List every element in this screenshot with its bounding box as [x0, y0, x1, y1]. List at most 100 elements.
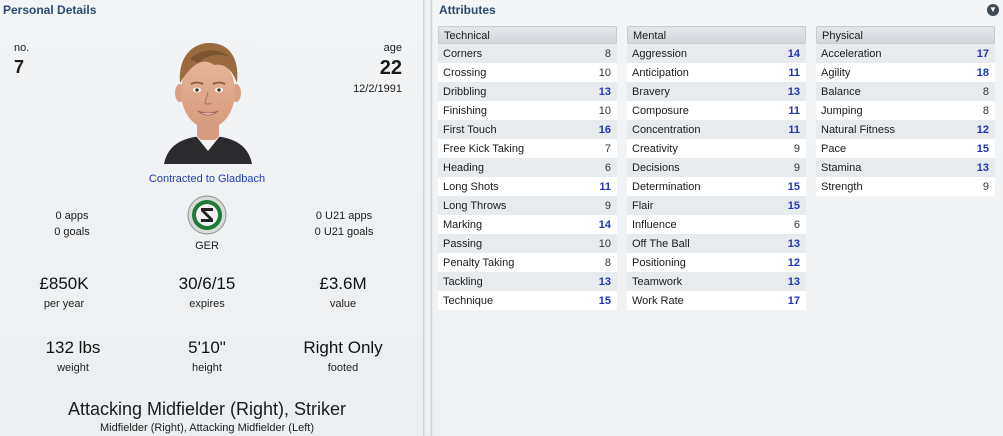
- attribute-value: 11: [788, 66, 800, 79]
- primary-positions: Attacking Midfielder (Right), Striker: [67, 399, 347, 419]
- attribute-row[interactable]: Anticipation 11: [627, 63, 806, 82]
- attribute-row[interactable]: Jumping 8: [816, 101, 995, 120]
- attribute-label: Creativity: [632, 142, 678, 155]
- attribute-row[interactable]: Stamina 13: [816, 158, 995, 177]
- goals-count: 0 goals: [54, 226, 90, 238]
- attribute-value: 10: [598, 104, 611, 117]
- attribute-row[interactable]: Influence 6: [627, 215, 806, 234]
- attribute-value: 16: [598, 123, 611, 136]
- attribute-row[interactable]: Long Shots 11: [438, 177, 617, 196]
- attribute-row[interactable]: Concentration 11: [627, 120, 806, 139]
- age-label: age: [383, 42, 402, 54]
- attribute-label: Bravery: [632, 85, 670, 98]
- attribute-row[interactable]: Technique 15: [438, 291, 617, 310]
- attribute-label: Passing: [443, 237, 483, 250]
- physical-column: Physical Acceleration 17 Agility 18 Balance 8…: [816, 26, 995, 196]
- attribute-row[interactable]: Composure 11: [627, 101, 806, 120]
- height-label: height: [192, 362, 222, 374]
- attribute-value: 8: [604, 256, 611, 269]
- attribute-row[interactable]: Aggression 14: [627, 44, 806, 63]
- attribute-row[interactable]: Decisions 9: [627, 158, 806, 177]
- attribute-row[interactable]: Finishing 10: [438, 101, 617, 120]
- attribute-value: 8: [604, 47, 611, 60]
- attributes-header: Attributes: [439, 3, 496, 17]
- attribute-row[interactable]: Work Rate 17: [627, 291, 806, 310]
- weight-label: weight: [57, 362, 89, 374]
- attribute-row[interactable]: Strength 9: [816, 177, 995, 196]
- attribute-row[interactable]: Tackling 13: [438, 272, 617, 291]
- u21-goals-count: 0 U21 goals: [314, 226, 374, 238]
- attribute-row[interactable]: Long Throws 9: [438, 196, 617, 215]
- technical-column: Technical Corners 8 Crossing 10 Dribbling 13 F…: [438, 26, 617, 310]
- attribute-label: Work Rate: [632, 294, 684, 307]
- attribute-label: Composure: [632, 104, 689, 117]
- personal-details-panel: Personal Details no. 7 age 22 12/2/1991: [0, 0, 424, 436]
- nation-badge-icon[interactable]: [182, 195, 232, 235]
- attribute-row[interactable]: Determination 15: [627, 177, 806, 196]
- mental-rows: Aggression 14 Anticipation 11 Bravery 13 Compo…: [627, 44, 806, 310]
- attribute-value: 13: [976, 161, 989, 174]
- value-label: value: [329, 298, 357, 310]
- attributes-menu-chevron-icon[interactable]: ▼: [987, 4, 999, 16]
- contract-expiry-stat: 30/6/15 expires: [152, 274, 262, 310]
- attribute-label: Tackling: [443, 275, 483, 288]
- physical-rows: Acceleration 17 Agility 18 Balance 8 Jumping 8 N…: [816, 44, 995, 196]
- nationality: GER: [195, 240, 219, 252]
- attribute-row[interactable]: Positioning 12: [627, 253, 806, 272]
- attribute-row[interactable]: Corners 8: [438, 44, 617, 63]
- attribute-value: 13: [787, 85, 800, 98]
- attribute-label: Pace: [821, 142, 847, 155]
- attribute-value: 14: [787, 47, 800, 60]
- attribute-value: 15: [598, 294, 611, 307]
- attribute-value: 9: [793, 142, 800, 155]
- attribute-row[interactable]: Marking 14: [438, 215, 617, 234]
- height-stat: 5'10" height: [152, 338, 262, 374]
- attribute-label: Teamwork: [632, 275, 683, 288]
- attribute-row[interactable]: Creativity 9: [627, 139, 806, 158]
- attribute-row[interactable]: Teamwork 13: [627, 272, 806, 291]
- attribute-label: Penalty Taking: [443, 256, 515, 269]
- u21-apps: 0 U21 apps 0 U21 goals: [292, 208, 396, 240]
- attribute-row[interactable]: Bravery 13: [627, 82, 806, 101]
- attribute-value: 13: [787, 275, 800, 288]
- mental-column: Mental Aggression 14 Anticipation 11 Bravery…: [627, 26, 806, 310]
- footed-value: Right Only: [303, 338, 383, 357]
- value-stat: £3.6M value: [288, 274, 398, 310]
- attribute-value: 13: [598, 275, 611, 288]
- squad-number-label: no.: [14, 42, 30, 54]
- attribute-value: 10: [598, 66, 611, 79]
- attribute-value: 12: [976, 123, 989, 136]
- wage-value: £850K: [39, 274, 89, 293]
- date-of-birth: 12/2/1991: [353, 83, 402, 95]
- attribute-row[interactable]: Flair 15: [627, 196, 806, 215]
- attribute-row[interactable]: Agility 18: [816, 63, 995, 82]
- attribute-row[interactable]: First Touch 16: [438, 120, 617, 139]
- attribute-value: 13: [787, 237, 800, 250]
- attribute-row[interactable]: Crossing 10: [438, 63, 617, 82]
- player-photo: [160, 35, 256, 164]
- foot-stat: Right Only footed: [288, 338, 398, 374]
- physical-header: Physical: [816, 26, 995, 44]
- attribute-label: Free Kick Taking: [443, 142, 525, 155]
- attribute-label: Marking: [443, 218, 483, 231]
- senior-apps: 0 apps 0 goals: [20, 208, 124, 240]
- attribute-row[interactable]: Passing 10: [438, 234, 617, 253]
- attribute-row[interactable]: Balance 8: [816, 82, 995, 101]
- panel-splitter[interactable]: [424, 0, 432, 436]
- attribute-row[interactable]: Free Kick Taking 7: [438, 139, 617, 158]
- expiry-label: expires: [189, 298, 225, 310]
- attribute-row[interactable]: Dribbling 13: [438, 82, 617, 101]
- attribute-row[interactable]: Off The Ball 13: [627, 234, 806, 253]
- attribute-value: 8: [982, 85, 989, 98]
- attribute-row[interactable]: Heading 6: [438, 158, 617, 177]
- attribute-row[interactable]: Penalty Taking 8: [438, 253, 617, 272]
- attribute-row[interactable]: Natural Fitness 12: [816, 120, 995, 139]
- attribute-label: Natural Fitness: [821, 123, 895, 136]
- attribute-row[interactable]: Pace 15: [816, 139, 995, 158]
- attribute-value: 9: [982, 180, 989, 193]
- attribute-value: 13: [598, 85, 611, 98]
- attribute-row[interactable]: Acceleration 17: [816, 44, 995, 63]
- attribute-value: 8: [982, 104, 989, 117]
- contract-club-link[interactable]: Contracted to Gladbach: [112, 173, 302, 185]
- attribute-value: 17: [976, 47, 989, 60]
